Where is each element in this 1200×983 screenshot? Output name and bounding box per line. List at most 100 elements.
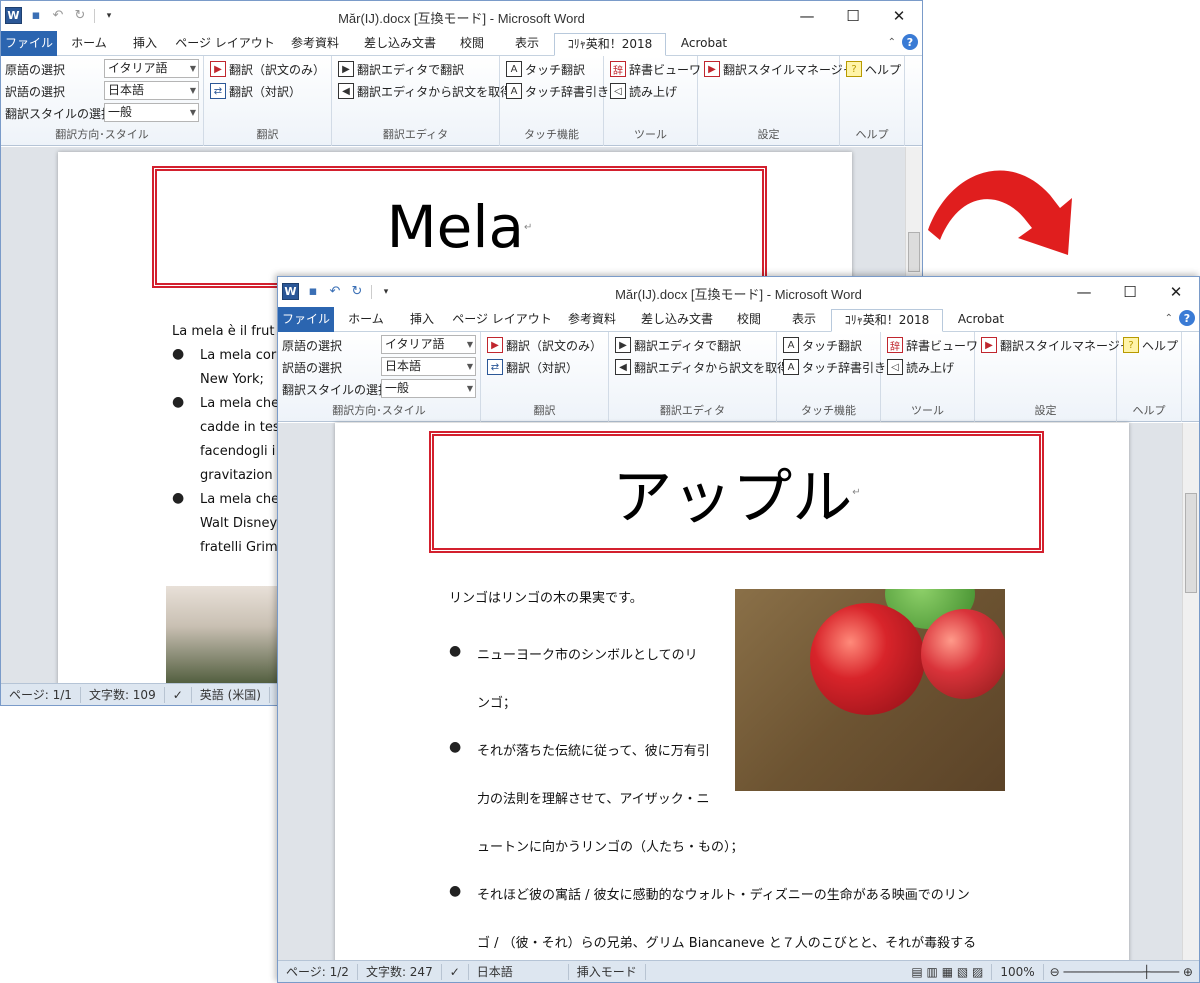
- read-aloud-label: 読み上げ: [906, 360, 955, 375]
- word-count[interactable]: 文字数: 109: [81, 686, 165, 703]
- tab-home[interactable]: ホーム: [63, 33, 115, 56]
- tab-mailings[interactable]: 差し込み文書: [634, 309, 720, 332]
- language-indicator[interactable]: 日本語: [469, 963, 569, 980]
- help-icon[interactable]: ?: [902, 34, 918, 50]
- tab-page-layout[interactable]: ページ レイアウト: [452, 309, 552, 332]
- tab-mailings[interactable]: 差し込み文書: [357, 33, 443, 56]
- target-lang-value: 日本語: [108, 83, 145, 97]
- source-lang-select[interactable]: イタリア語 ▼: [381, 335, 476, 354]
- paragraph-mark: ↵: [852, 486, 861, 498]
- group-label: ヘルプ: [1132, 404, 1166, 417]
- group-editor: ▶ 翻訳エディタで翻訳 ◀ 翻訳エディタから訳文を取得 翻訳エディタ: [332, 56, 512, 146]
- zoom-level[interactable]: 100%: [992, 963, 1044, 980]
- tab-korya[interactable]: ｺﾘｬ英和！2018: [831, 309, 943, 332]
- editor-fetch-button[interactable]: ◀ 翻訳エディタから訳文を取得: [338, 81, 512, 101]
- document-area[interactable]: アップル ↵ リンゴはリンゴの木の果実です。 ● ニューヨーク市のシンボルとしての…: [278, 423, 1199, 982]
- maximize-button[interactable]: ☐: [830, 1, 876, 31]
- collapse-ribbon-icon[interactable]: ⌃: [888, 37, 896, 48]
- read-aloud-button[interactable]: ◁ 読み上げ: [887, 357, 954, 377]
- maximize-button[interactable]: ☐: [1107, 277, 1153, 307]
- touch-translate-label: タッチ翻訳: [525, 62, 586, 77]
- editor-fetch-button[interactable]: ◀ 翻訳エディタから訳文を取得: [615, 357, 789, 377]
- apple-photo[interactable]: [735, 589, 1005, 791]
- help-book-icon: ?: [846, 61, 862, 77]
- tab-home[interactable]: ホーム: [340, 309, 392, 332]
- touch-dict-button[interactable]: A タッチ辞書引き: [506, 81, 609, 101]
- ribbon-help-button[interactable]: ? ヘルプ: [1123, 335, 1178, 355]
- read-aloud-button[interactable]: ◁ 読み上げ: [610, 81, 677, 101]
- read-aloud-label: 読み上げ: [629, 84, 678, 99]
- tab-insert[interactable]: 挿入: [119, 33, 171, 56]
- bullet-icon: ●: [172, 346, 185, 362]
- tab-acrobat[interactable]: Acrobat: [671, 33, 737, 56]
- zoom-slider[interactable]: ⊖ ───────────┼──── ⊕: [1044, 965, 1199, 979]
- group-editor: ▶ 翻訳エディタで翻訳 ◀ 翻訳エディタから訳文を取得 翻訳エディタ: [609, 332, 789, 422]
- tab-review[interactable]: 校閲: [724, 309, 774, 332]
- translate-only-button[interactable]: ▶ 翻訳（訳文のみ）: [487, 335, 602, 355]
- style-value: 一般: [385, 381, 410, 395]
- tab-references[interactable]: 参考資料: [279, 33, 351, 56]
- editor-translate-button[interactable]: ▶ 翻訳エディタで翻訳: [338, 59, 464, 79]
- style-manager-button[interactable]: ▶ 翻訳スタイルマネージャ: [981, 335, 1131, 355]
- tab-file[interactable]: ファイル: [278, 307, 334, 332]
- page-count[interactable]: ページ: 1/1: [1, 686, 81, 703]
- style-select[interactable]: 一般 ▼: [104, 103, 199, 122]
- help-icon[interactable]: ?: [1179, 310, 1195, 326]
- view-buttons[interactable]: ▤ ▥ ▦ ▧ ▨: [903, 963, 993, 980]
- style-select[interactable]: 一般 ▼: [381, 379, 476, 398]
- tab-korya[interactable]: ｺﾘｬ英和！2018: [554, 33, 666, 56]
- collapse-ribbon-icon[interactable]: ⌃: [1165, 313, 1173, 324]
- scrollbar-thumb[interactable]: [1185, 493, 1197, 593]
- translate-pair-button[interactable]: ⇄ 翻訳（対訳）: [487, 357, 578, 377]
- close-button[interactable]: ✕: [876, 1, 922, 31]
- touch-dict-button[interactable]: A タッチ辞書引き: [783, 357, 886, 377]
- tab-acrobat[interactable]: Acrobat: [948, 309, 1014, 332]
- tab-insert[interactable]: 挿入: [396, 309, 448, 332]
- ribbon-help-button[interactable]: ? ヘルプ: [846, 59, 901, 79]
- scrollbar-thumb[interactable]: [908, 232, 920, 272]
- language-indicator[interactable]: 英語 (米国): [192, 686, 270, 703]
- dict-viewer-button[interactable]: 辞辞書ビューワ: [887, 335, 978, 355]
- translate-pair-button[interactable]: ⇄ 翻訳（対訳）: [210, 81, 301, 101]
- list-item: facendogli i: [200, 444, 276, 459]
- translate-only-button[interactable]: ▶ 翻訳（訳文のみ）: [210, 59, 325, 79]
- proofing-icon[interactable]: ✓: [165, 686, 192, 703]
- proofing-icon[interactable]: ✓: [442, 963, 469, 980]
- word-count[interactable]: 文字数: 247: [358, 963, 442, 980]
- close-button[interactable]: ✕: [1153, 277, 1199, 307]
- tab-view[interactable]: 表示: [501, 33, 553, 56]
- touch-translate-button[interactable]: A タッチ翻訳: [783, 335, 862, 355]
- translate-pair-label: 翻訳（対訳）: [229, 84, 302, 99]
- editor-translate-button[interactable]: ▶ 翻訳エディタで翻訳: [615, 335, 741, 355]
- tab-file[interactable]: ファイル: [1, 31, 57, 56]
- title-bar: W ▪ ↶ ↻ ▾ Măr(IJ).docx [互換モード] - Microso…: [278, 277, 1199, 307]
- page-count[interactable]: ページ: 1/2: [278, 963, 358, 980]
- vertical-scrollbar[interactable]: [1182, 423, 1199, 960]
- bullet-icon: ●: [449, 739, 462, 755]
- tab-view[interactable]: 表示: [778, 309, 830, 332]
- minimize-button[interactable]: —: [1061, 277, 1107, 307]
- tab-page-layout[interactable]: ページ レイアウト: [175, 33, 275, 56]
- target-lang-select[interactable]: 日本語 ▼: [381, 357, 476, 376]
- touch-translate-button[interactable]: A タッチ翻訳: [506, 59, 585, 79]
- target-lang-label: 訳語の選択: [5, 84, 66, 99]
- touch-translate-label: タッチ翻訳: [802, 338, 863, 353]
- insert-mode-indicator[interactable]: 挿入モード: [569, 963, 646, 980]
- group-label: 翻訳エディタ: [382, 128, 449, 141]
- target-lang-select[interactable]: 日本語 ▼: [104, 81, 199, 100]
- minimize-button[interactable]: —: [784, 1, 830, 31]
- ribbon: 原語の選択 イタリア語 ▼ 訳語の選択 日本語 ▼ 翻訳スタイルの選択 一般 ▼ 翻訳…: [278, 332, 1199, 422]
- style-manager-icon: ▶: [981, 337, 997, 353]
- editor-fetch-icon: ◀: [338, 83, 354, 99]
- touch-icon: A: [506, 61, 522, 77]
- tab-references[interactable]: 参考資料: [556, 309, 628, 332]
- list-item: La mela che: [200, 396, 280, 411]
- tab-review[interactable]: 校閲: [447, 33, 497, 56]
- dict-viewer-button[interactable]: 辞辞書ビューワ: [610, 59, 701, 79]
- document-page[interactable]: アップル ↵ リンゴはリンゴの木の果実です。 ● ニューヨーク市のシンボルとしての…: [335, 423, 1129, 982]
- group-touch: A タッチ翻訳 A タッチ辞書引き タッチ機能: [500, 56, 609, 146]
- style-manager-button[interactable]: ▶ 翻訳スタイルマネージャ: [704, 59, 854, 79]
- group-label: ツール: [911, 404, 944, 417]
- source-lang-select[interactable]: イタリア語 ▼: [104, 59, 199, 78]
- group-touch: A タッチ翻訳 A タッチ辞書引き タッチ機能: [777, 332, 886, 422]
